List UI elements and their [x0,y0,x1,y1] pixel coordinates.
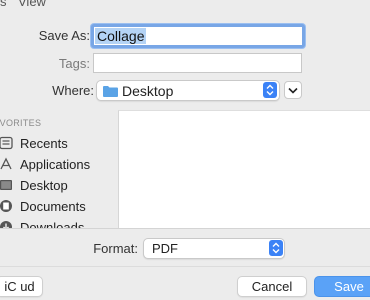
sidebar-item-label: Documents [20,198,86,214]
save-as-value: Collage [95,28,147,44]
format-value: PDF [152,241,178,256]
sidebar-item-label: Applications [20,156,91,172]
format-popup[interactable]: PDF [143,238,285,259]
tags-field[interactable] [93,53,302,73]
sidebar-heading-favorites: AVORITES [0,118,42,128]
recents-icon [0,135,14,151]
menubar-fragment: s View [0,0,80,9]
sidebar-item-label: Recents [20,135,68,151]
icloud-button[interactable]: iC ud [0,276,43,297]
downloads-icon [0,219,14,228]
tags-label: Tags: [58,56,90,71]
save-button[interactable]: Save [314,276,370,297]
save-as-label: Save As: [38,28,90,43]
documents-icon [0,198,14,214]
where-label: Where: [52,83,94,98]
where-value: Desktop [122,83,174,99]
sidebar-item-desktop[interactable]: Desktop [0,176,68,194]
expand-dialog-button[interactable] [284,81,302,99]
menu-item-partial[interactable]: s [0,0,7,9]
cancel-button[interactable]: Cancel [237,276,307,297]
sidebar-item-label: Downloads [20,219,85,229]
sidebar-item-documents[interactable]: Documents [0,197,86,215]
divider [0,266,370,267]
applications-icon [0,156,14,172]
folder-icon [103,85,118,100]
sidebar-item-label: Desktop [20,177,68,193]
sidebar-item-applications[interactable]: Applications [0,155,90,173]
save-as-field[interactable]: Collage [91,24,305,48]
chevron-down-icon [288,87,298,94]
desktop-icon [0,177,14,193]
popup-stepper-icon [269,240,283,256]
menu-item-view[interactable]: View [18,0,46,9]
where-popup[interactable]: Desktop [96,80,280,101]
format-label: Format: [93,241,138,256]
sidebar: AVORITES Recents Applications Desktop Do… [0,110,118,228]
sidebar-item-recents[interactable]: Recents [0,134,68,152]
popup-stepper-icon [263,82,277,98]
divider [0,228,370,229]
sidebar-item-downloads[interactable]: Downloads [0,218,84,228]
file-browser-pane[interactable] [118,110,370,228]
